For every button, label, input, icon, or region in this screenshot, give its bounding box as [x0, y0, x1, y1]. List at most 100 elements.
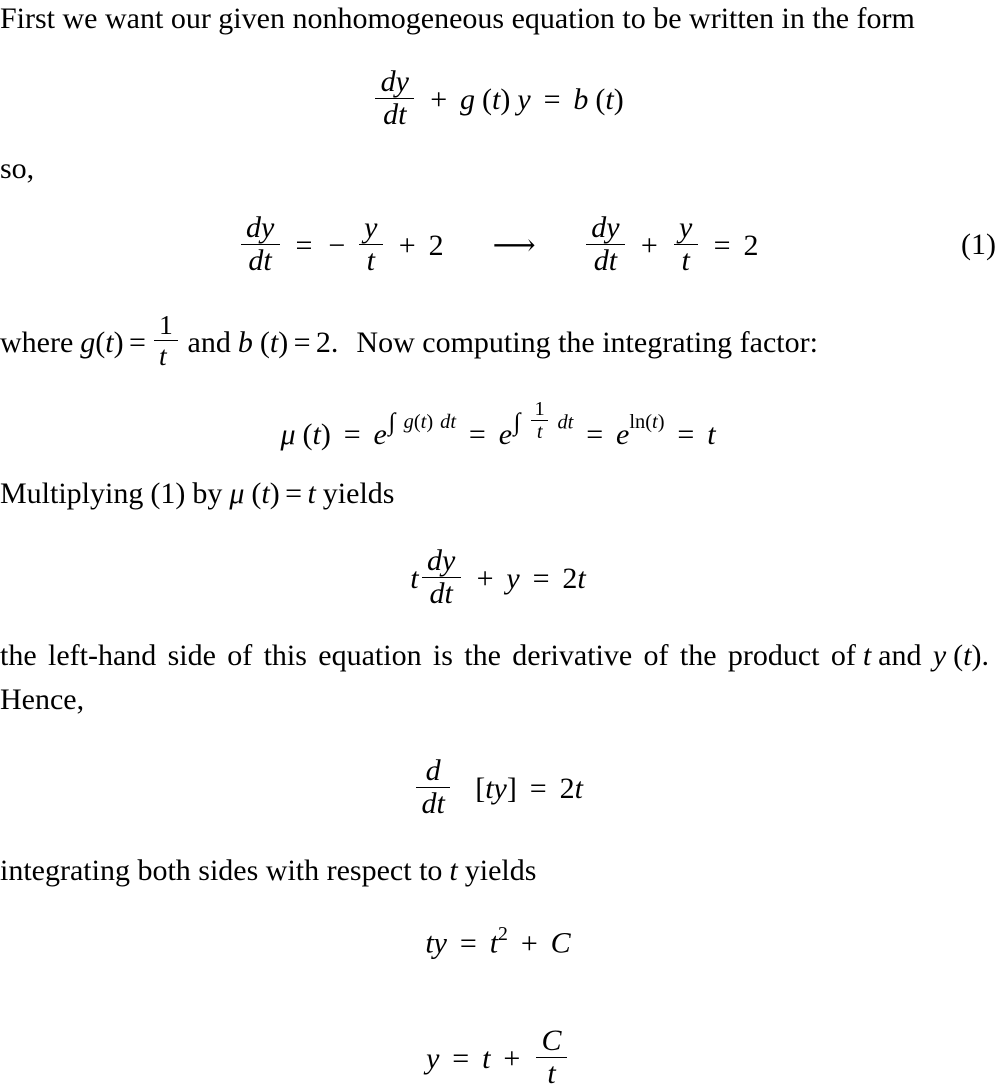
symbol-b: b	[573, 82, 589, 116]
symbol-g: g	[403, 411, 414, 434]
period: .	[981, 639, 990, 672]
paren-open: (	[595, 82, 606, 116]
symbol-t: t	[307, 477, 316, 510]
number-two: 2	[315, 326, 331, 360]
symbol-t: t	[105, 326, 114, 360]
paragraph-so: so,	[0, 147, 996, 191]
fraction-denominator: dt	[421, 577, 461, 611]
equation-solution-body: y = t + C t	[426, 1024, 570, 1091]
equation-multiplied-body: t dy dt + y = 2t	[410, 544, 586, 611]
function-ln: ln	[629, 411, 646, 434]
fraction-denominator: t	[358, 244, 383, 278]
paren-close: )	[613, 82, 624, 116]
symbol-t: t	[482, 1041, 491, 1075]
fraction-denominator: t	[673, 244, 698, 278]
symbol-t: t	[577, 561, 586, 595]
integral-icon: ∫	[513, 408, 521, 436]
fraction-dy-dt: dy dt	[240, 211, 280, 278]
inline-math-b-of-t: b (t) = 2.	[238, 326, 339, 359]
symbol-t: t	[536, 421, 543, 444]
symbol-t: t	[261, 477, 270, 510]
equation-general-form: dy dt + g (t) y = b (t)	[0, 65, 996, 132]
symbol-C: C	[541, 1024, 562, 1057]
fraction-numerator: d	[416, 754, 450, 787]
symbol-t: t	[963, 639, 972, 672]
paren-open: (	[645, 411, 653, 434]
symbol-t: t	[263, 244, 272, 278]
fraction-numerator: 1	[531, 398, 549, 420]
fraction-dy-dt: dy dt	[585, 211, 625, 278]
paren-open: (	[482, 82, 493, 116]
operator-equals: =	[713, 228, 731, 262]
symbol-t: t	[681, 244, 690, 278]
equation-integrated: ty = t2 + C	[0, 925, 996, 959]
symbol-y: y	[260, 211, 275, 244]
fraction-denominator: dt	[375, 98, 415, 131]
symbol-mu: μ	[280, 418, 296, 452]
equation-integrating-factor-body: μ (t) = e∫ g(t) dt = e∫ 1 t dt = eln(t) = t	[280, 398, 715, 450]
exponent-two: 2	[498, 923, 508, 946]
operator-plus: +	[520, 926, 538, 960]
symbol-t: t	[444, 577, 453, 611]
number-one: 1	[534, 398, 545, 420]
operator-plus: +	[398, 228, 416, 262]
paren-open: (	[953, 639, 964, 672]
equation-solution: y = t + C t	[0, 1024, 996, 1091]
paragraph-multiplying: Multiplying (1) by μ (t) = t yields	[0, 472, 996, 516]
document-page: First we want our given nonhomogeneous e…	[0, 0, 996, 1090]
period: .	[330, 326, 339, 360]
symbol-t: t	[366, 244, 375, 278]
operator-equals: =	[677, 418, 695, 452]
paren-open: (	[259, 326, 270, 360]
symbol-t: t	[312, 418, 321, 452]
intro-text: First we want our given nonhomogeneous e…	[0, 2, 915, 35]
operator-equals: =	[293, 326, 311, 360]
bracket-open: [	[475, 771, 486, 805]
operator-equals: =	[586, 418, 604, 452]
operator-equals: =	[452, 1041, 470, 1075]
symbol-d: d	[593, 244, 609, 278]
symbol-t: t	[269, 326, 279, 360]
differential-dt: dt	[557, 411, 574, 434]
multiplying-mid: by	[192, 477, 223, 510]
symbol-C: C	[550, 926, 571, 960]
symbol-y: y	[606, 211, 620, 244]
fraction-denominator: t	[154, 339, 178, 371]
symbol-t: t	[159, 339, 167, 371]
operator-plus: +	[430, 82, 448, 116]
equation-one: dy dt = − y t + 2 ⟶ dy dt + y t = 2 (1)	[0, 211, 996, 278]
symbol-g: g	[80, 326, 96, 360]
number-one: 1	[159, 309, 173, 340]
symbol-y: y	[433, 926, 447, 960]
symbol-mu: μ	[229, 477, 245, 510]
inline-math-mu-equals-t: μ (t) = t	[229, 477, 315, 510]
symbol-t: t	[425, 926, 434, 960]
number-two: 2	[743, 228, 759, 262]
operator-equals: =	[129, 326, 146, 360]
paren-close: )	[269, 477, 280, 510]
long-right-arrow-icon: ⟶	[492, 228, 536, 262]
symbol-y: y	[506, 561, 520, 595]
paren-open: (	[302, 418, 313, 452]
symbol-t: t	[436, 787, 445, 821]
symbol-d: d	[426, 544, 442, 577]
fraction-denominator: t	[530, 420, 549, 444]
symbol-t: t	[574, 771, 583, 805]
symbol-y: y	[932, 639, 947, 672]
symbol-d: d	[421, 787, 437, 821]
paren-close: )	[500, 82, 511, 116]
fraction-denominator: dt	[416, 787, 451, 821]
equation-one-body: dy dt = − y t + 2 ⟶ dy dt + y t = 2	[238, 211, 759, 278]
symbol-b: b	[237, 326, 253, 360]
hence-text: Hence,	[0, 683, 85, 716]
operator-plus: +	[503, 1041, 521, 1075]
inline-symbol-t: t	[449, 854, 458, 887]
symbol-y: y	[426, 1041, 440, 1075]
multiplying-prefix: Multiplying	[0, 477, 144, 510]
symbol-y: y	[493, 771, 507, 805]
where-mid: and	[187, 326, 231, 360]
symbol-y: y	[517, 82, 531, 116]
symbol-y: y	[364, 211, 378, 244]
equation-derivative-product-body: d dt [ty] = 2t	[413, 754, 583, 821]
paragraph-left-hand-side: the left-hand side of this equation is t…	[0, 634, 996, 722]
